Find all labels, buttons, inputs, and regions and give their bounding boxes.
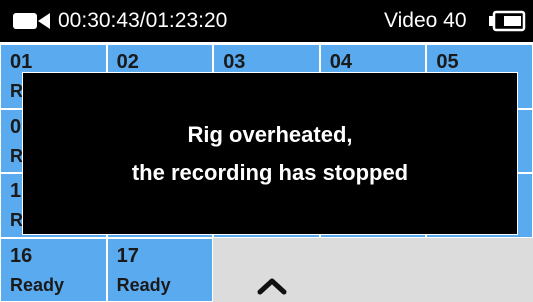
alert-title: Rig overheated, bbox=[187, 121, 353, 147]
clip-status: Ready bbox=[116, 274, 171, 295]
video-label: Video 40 bbox=[384, 9, 467, 32]
overheat-alert-dialog: Rig overheated, the recording has stoppe… bbox=[22, 72, 518, 235]
clip-number: 05 bbox=[436, 51, 459, 73]
battery-icon bbox=[489, 10, 526, 32]
clip-number: 1 bbox=[10, 180, 22, 202]
status-bar: 00:30:43/01:23:20 Video 40 bbox=[0, 0, 533, 42]
clip-number: 04 bbox=[329, 51, 353, 73]
empty-slot bbox=[426, 237, 533, 302]
clip-number: 17 bbox=[116, 244, 139, 267]
clip-number: 03 bbox=[223, 51, 246, 73]
video-camera-icon bbox=[13, 13, 50, 29]
chevron-up-icon[interactable] bbox=[252, 272, 292, 298]
clip-tile[interactable]: 16 Ready bbox=[0, 237, 107, 302]
timecode: 00:30:43/01:23:20 bbox=[58, 9, 228, 32]
empty-slot bbox=[319, 237, 427, 302]
alert-message: the recording has stopped bbox=[131, 159, 409, 185]
clip-number: 0 bbox=[10, 115, 22, 138]
clip-number: 01 bbox=[10, 51, 33, 73]
clip-number: 16 bbox=[10, 244, 33, 267]
clip-number: 02 bbox=[116, 51, 139, 73]
clip-status: Ready bbox=[10, 274, 65, 295]
clip-tile[interactable]: 17 Ready bbox=[106, 237, 214, 302]
